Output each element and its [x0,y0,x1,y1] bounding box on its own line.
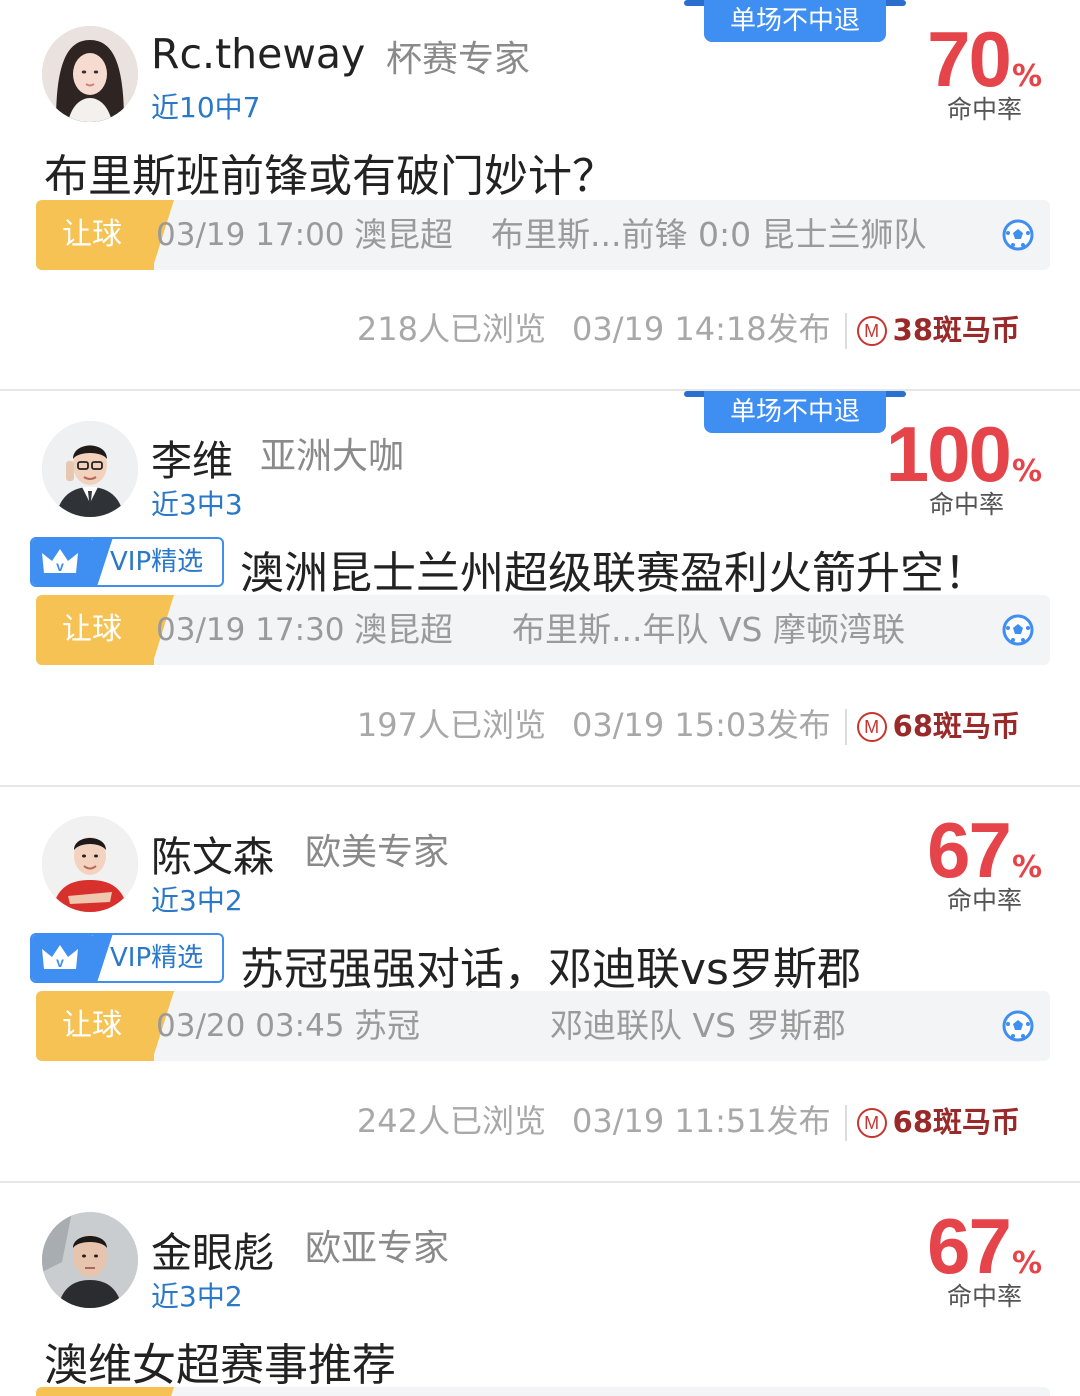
expert-name[interactable]: 李维 [151,427,233,487]
match-info-bar[interactable] [36,1387,1050,1396]
expert-record: 近3中2 [151,884,243,917]
percent-sign: % [1011,850,1042,885]
svg-text:v: v [56,954,64,970]
match-info-bar[interactable]: 让球 03/19 17:30 澳昆超 布里斯...年队 VS 摩顿湾联 [36,595,1050,665]
avatar[interactable] [42,26,138,122]
article-meta: 242人已浏览 03/19 11:51发布 M 68斑马币 [357,1101,1020,1141]
refund-badge: 单场不中退 [684,0,906,42]
bet-type-tag: 让球 [36,991,154,1061]
article-title[interactable]: 澳洲昆士兰州超级联赛盈利火箭升空！ [240,537,988,601]
avatar-photo [42,421,138,517]
match-info-bar[interactable]: 让球 03/20 03:45 苏冠 邓迪联队 VS 罗斯郡 [36,991,1050,1061]
hit-rate: 67% [927,811,1042,889]
article-title[interactable]: 布里斯班前锋或有破门妙计？ [44,140,616,204]
hit-rate-label: 命中率 [947,1282,1023,1311]
hit-rate-label: 命中率 [929,490,1005,519]
bet-type-tag [36,1387,154,1396]
avatar-photo [42,816,138,912]
match-time: 03/20 03:45 [156,1008,345,1044]
expert-name[interactable]: Rc.theway [151,30,365,78]
refund-badge: 单场不中退 [684,391,906,433]
expert-card[interactable]: 单场不中退 李维 亚洲大咖 近3中3 100% 命中率 v VIP精选 澳洲昆士… [0,391,1080,786]
expert-name[interactable]: 陈文森 [151,823,274,883]
expert-rank: 欧美专家 [305,832,450,873]
avatar[interactable] [42,1212,138,1308]
percent-sign: % [1011,1246,1042,1281]
match-info-bar[interactable]: 让球 03/19 17:00 澳昆超 布里斯...前锋 0:0 昆士兰狮队 [36,200,1050,270]
publish-time: 03/19 15:03发布 [572,706,831,744]
publish-time: 03/19 14:18发布 [572,310,831,348]
match-time: 03/19 17:30 [156,612,345,648]
expert-rank: 亚洲大咖 [260,436,405,477]
expert-record: 近10中7 [151,91,261,124]
svg-text:v: v [56,558,64,574]
hit-rate-label: 命中率 [947,886,1023,915]
hit-rate: 67% [927,1207,1042,1285]
hit-rate: 100% [886,415,1042,493]
hit-rate-label: 命中率 [947,95,1023,124]
expert-rank: 杯赛专家 [386,39,531,80]
view-count: 242人已浏览 [356,1102,547,1140]
article-meta: 218人已浏览 03/19 14:18发布 M 38斑马币 [357,309,1020,349]
expert-card[interactable]: 单场不中退 Rc.theway 杯赛专家 近10中7 70% 命中率 布里斯班前… [0,0,1080,390]
match-league: 澳昆超 [354,215,453,254]
expert-card[interactable]: 陈文森 欧美专家 近3中2 67% 命中率 v VIP精选 苏冠强强对话，邓迪联… [0,787,1080,1182]
avatar-photo [42,1212,138,1308]
coin-icon: M [856,1108,887,1138]
vip-badge: v VIP精选 [30,933,224,983]
article-meta: 197人已浏览 03/19 15:03发布 M 68斑马币 [357,705,1020,745]
article-title[interactable]: 苏冠强强对话，邓迪联vs罗斯郡 [240,933,861,997]
soccer-ball-icon [1002,219,1034,251]
view-count: 197人已浏览 [356,706,547,744]
hit-rate: 70% [927,20,1042,98]
soccer-ball-icon [1002,614,1034,646]
bet-type-tag: 让球 [36,200,154,270]
match-teams: 布里斯...年队 VS 摩顿湾联 [512,610,905,649]
avatar[interactable] [42,816,138,912]
expert-card[interactable]: 金眼彪 欧亚专家 近3中2 67% 命中率 澳维女超赛事推荐 [0,1183,1080,1396]
expert-rank: 欧亚专家 [305,1228,450,1269]
percent-sign: % [1011,454,1042,489]
match-league: 澳昆超 [354,610,453,649]
price: 68斑马币 [892,709,1020,743]
vip-badge: v VIP精选 [30,537,224,587]
match-time: 03/19 17:00 [156,217,345,253]
match-teams: 邓迪联队 VS 罗斯郡 [550,1006,846,1045]
percent-sign: % [1011,59,1042,94]
price: 68斑马币 [892,1105,1020,1139]
match-league: 苏冠 [354,1006,420,1045]
avatar-photo [42,26,138,122]
avatar[interactable] [42,421,138,517]
soccer-ball-icon [1002,1010,1034,1042]
bet-type-tag: 让球 [36,595,154,665]
match-teams: 布里斯...前锋 0:0 昆士兰狮队 [491,215,927,254]
expert-record: 近3中2 [151,1280,243,1313]
expert-record: 近3中3 [151,488,243,521]
publish-time: 03/19 11:51发布 [572,1102,831,1140]
expert-name[interactable]: 金眼彪 [151,1219,274,1279]
price: 38斑马币 [892,313,1020,347]
coin-icon: M [856,712,887,742]
coin-icon: M [856,316,887,346]
article-title[interactable]: 澳维女超赛事推荐 [44,1329,396,1393]
view-count: 218人已浏览 [356,310,547,348]
